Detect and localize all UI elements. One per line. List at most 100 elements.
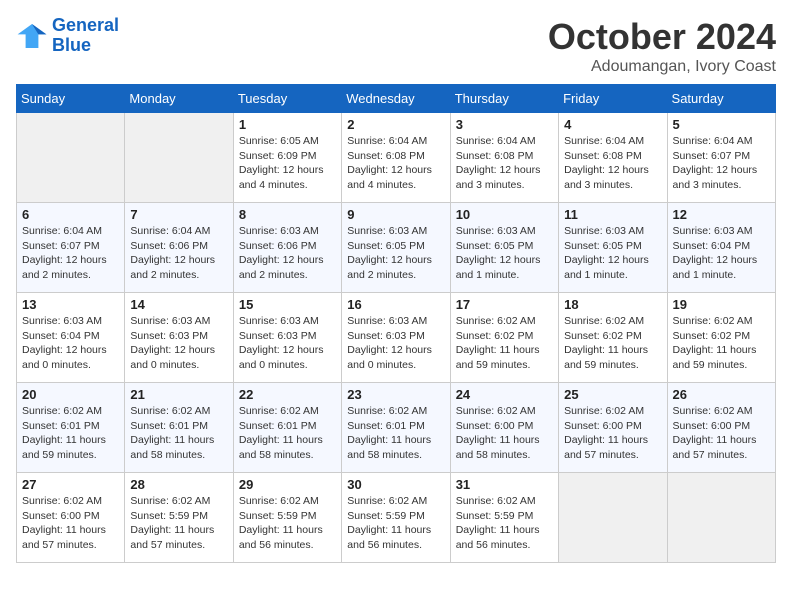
day-info: Sunrise: 6:04 AM Sunset: 6:08 PM Dayligh… [564,134,661,193]
day-number: 22 [239,387,336,402]
calendar-cell: 8Sunrise: 6:03 AM Sunset: 6:06 PM Daylig… [233,203,341,293]
day-info: Sunrise: 6:03 AM Sunset: 6:05 PM Dayligh… [347,224,444,283]
day-number: 15 [239,297,336,312]
calendar-body: 1 Sunrise: 6:05 AM Sunset: 6:09 PM Daylig… [17,113,776,563]
day-number: 12 [673,207,770,222]
day-number: 10 [456,207,553,222]
day-number: 30 [347,477,444,492]
calendar-cell: 25 Sunrise: 6:02 AM Sunset: 6:00 PM Dayli… [559,383,667,473]
calendar-table: SundayMondayTuesdayWednesdayThursdayFrid… [16,84,776,563]
day-number: 26 [673,387,770,402]
day-number: 18 [564,297,661,312]
logo-line1: General [52,15,119,35]
calendar-cell: 20 Sunrise: 6:02 AM Sunset: 6:01 PM Dayli… [17,383,125,473]
day-number: 31 [456,477,553,492]
calendar-week-2: 6 Sunrise: 6:04 AM Sunset: 6:07 PM Daylig… [17,203,776,293]
weekday-header-monday: Monday [125,85,233,113]
calendar-cell: 30 Sunrise: 6:02 AM Sunset: 5:59 PM Dayli… [342,473,450,563]
day-info: Sunrise: 6:04 AM Sunset: 6:07 PM Dayligh… [22,224,119,283]
weekday-header-friday: Friday [559,85,667,113]
day-info: Sunrise: 6:04 AM Sunset: 6:07 PM Dayligh… [673,134,770,193]
day-info: Sunrise: 6:02 AM Sunset: 6:01 PM Dayligh… [130,404,227,463]
day-number: 9 [347,207,444,222]
day-info: Sunrise: 6:02 AM Sunset: 6:00 PM Dayligh… [22,494,119,553]
day-number: 1 [239,117,336,132]
weekday-header-row: SundayMondayTuesdayWednesdayThursdayFrid… [17,85,776,113]
calendar-cell: 11 Sunrise: 6:03 AM Sunset: 6:05 PM Dayli… [559,203,667,293]
day-info: Sunrise: 6:03 AM Sunset: 6:04 PM Dayligh… [22,314,119,373]
day-number: 29 [239,477,336,492]
day-number: 2 [347,117,444,132]
page-header: General Blue October 2024 Adoumangan, Iv… [16,16,776,76]
day-info: Sunrise: 6:02 AM Sunset: 6:02 PM Dayligh… [456,314,553,373]
day-number: 6 [22,207,119,222]
day-info: Sunrise: 6:02 AM Sunset: 6:00 PM Dayligh… [456,404,553,463]
calendar-cell: 1 Sunrise: 6:05 AM Sunset: 6:09 PM Daylig… [233,113,341,203]
day-number: 16 [347,297,444,312]
day-info: Sunrise: 6:04 AM Sunset: 6:08 PM Dayligh… [456,134,553,193]
day-number: 24 [456,387,553,402]
calendar-cell: 27 Sunrise: 6:02 AM Sunset: 6:00 PM Dayli… [17,473,125,563]
day-number: 17 [456,297,553,312]
logo-line2: Blue [52,35,91,55]
calendar-cell: 13 Sunrise: 6:03 AM Sunset: 6:04 PM Dayli… [17,293,125,383]
calendar-cell: 12 Sunrise: 6:03 AM Sunset: 6:04 PM Dayli… [667,203,775,293]
logo-text: General Blue [52,16,119,56]
day-number: 28 [130,477,227,492]
calendar-cell: 6 Sunrise: 6:04 AM Sunset: 6:07 PM Daylig… [17,203,125,293]
calendar-cell: 19 Sunrise: 6:02 AM Sunset: 6:02 PM Dayli… [667,293,775,383]
day-number: 3 [456,117,553,132]
day-info: Sunrise: 6:02 AM Sunset: 6:02 PM Dayligh… [564,314,661,373]
day-number: 25 [564,387,661,402]
logo: General Blue [16,16,119,56]
location-subtitle: Adoumangan, Ivory Coast [548,58,776,76]
day-number: 21 [130,387,227,402]
day-number: 8 [239,207,336,222]
day-number: 11 [564,207,661,222]
day-number: 20 [22,387,119,402]
calendar-cell: 29 Sunrise: 6:02 AM Sunset: 5:59 PM Dayli… [233,473,341,563]
title-block: October 2024 Adoumangan, Ivory Coast [548,16,776,76]
logo-bird-icon [16,20,48,52]
day-info: Sunrise: 6:02 AM Sunset: 6:01 PM Dayligh… [22,404,119,463]
calendar-cell: 9 Sunrise: 6:03 AM Sunset: 6:05 PM Daylig… [342,203,450,293]
calendar-cell [667,473,775,563]
day-info: Sunrise: 6:02 AM Sunset: 5:59 PM Dayligh… [239,494,336,553]
day-number: 23 [347,387,444,402]
month-title: October 2024 [548,16,776,58]
calendar-cell: 10 Sunrise: 6:03 AM Sunset: 6:05 PM Dayli… [450,203,558,293]
weekday-header-saturday: Saturday [667,85,775,113]
calendar-week-1: 1 Sunrise: 6:05 AM Sunset: 6:09 PM Daylig… [17,113,776,203]
calendar-cell: 26Sunrise: 6:02 AM Sunset: 6:00 PM Dayli… [667,383,775,473]
weekday-header-wednesday: Wednesday [342,85,450,113]
weekday-header-tuesday: Tuesday [233,85,341,113]
calendar-cell: 31Sunrise: 6:02 AM Sunset: 5:59 PM Dayli… [450,473,558,563]
day-info: Sunrise: 6:03 AM Sunset: 6:05 PM Dayligh… [564,224,661,283]
day-info: Sunrise: 6:02 AM Sunset: 6:02 PM Dayligh… [673,314,770,373]
day-number: 5 [673,117,770,132]
weekday-header-sunday: Sunday [17,85,125,113]
day-info: Sunrise: 6:03 AM Sunset: 6:03 PM Dayligh… [347,314,444,373]
day-info: Sunrise: 6:02 AM Sunset: 6:00 PM Dayligh… [564,404,661,463]
calendar-cell: 28 Sunrise: 6:02 AM Sunset: 5:59 PM Dayli… [125,473,233,563]
day-number: 13 [22,297,119,312]
day-number: 27 [22,477,119,492]
day-number: 4 [564,117,661,132]
calendar-cell: 2 Sunrise: 6:04 AM Sunset: 6:08 PM Daylig… [342,113,450,203]
calendar-cell: 3 Sunrise: 6:04 AM Sunset: 6:08 PM Daylig… [450,113,558,203]
day-info: Sunrise: 6:04 AM Sunset: 6:08 PM Dayligh… [347,134,444,193]
day-info: Sunrise: 6:02 AM Sunset: 5:59 PM Dayligh… [347,494,444,553]
day-info: Sunrise: 6:03 AM Sunset: 6:04 PM Dayligh… [673,224,770,283]
calendar-week-3: 13 Sunrise: 6:03 AM Sunset: 6:04 PM Dayli… [17,293,776,383]
calendar-cell: 22Sunrise: 6:02 AM Sunset: 6:01 PM Dayli… [233,383,341,473]
day-info: Sunrise: 6:03 AM Sunset: 6:03 PM Dayligh… [239,314,336,373]
day-info: Sunrise: 6:03 AM Sunset: 6:05 PM Dayligh… [456,224,553,283]
calendar-cell: 21 Sunrise: 6:02 AM Sunset: 6:01 PM Dayli… [125,383,233,473]
day-info: Sunrise: 6:03 AM Sunset: 6:03 PM Dayligh… [130,314,227,373]
calendar-cell: 18 Sunrise: 6:02 AM Sunset: 6:02 PM Dayli… [559,293,667,383]
day-info: Sunrise: 6:02 AM Sunset: 5:59 PM Dayligh… [130,494,227,553]
day-info: Sunrise: 6:05 AM Sunset: 6:09 PM Dayligh… [239,134,336,193]
calendar-cell: 14Sunrise: 6:03 AM Sunset: 6:03 PM Dayli… [125,293,233,383]
day-info: Sunrise: 6:04 AM Sunset: 6:06 PM Dayligh… [130,224,227,283]
day-number: 19 [673,297,770,312]
